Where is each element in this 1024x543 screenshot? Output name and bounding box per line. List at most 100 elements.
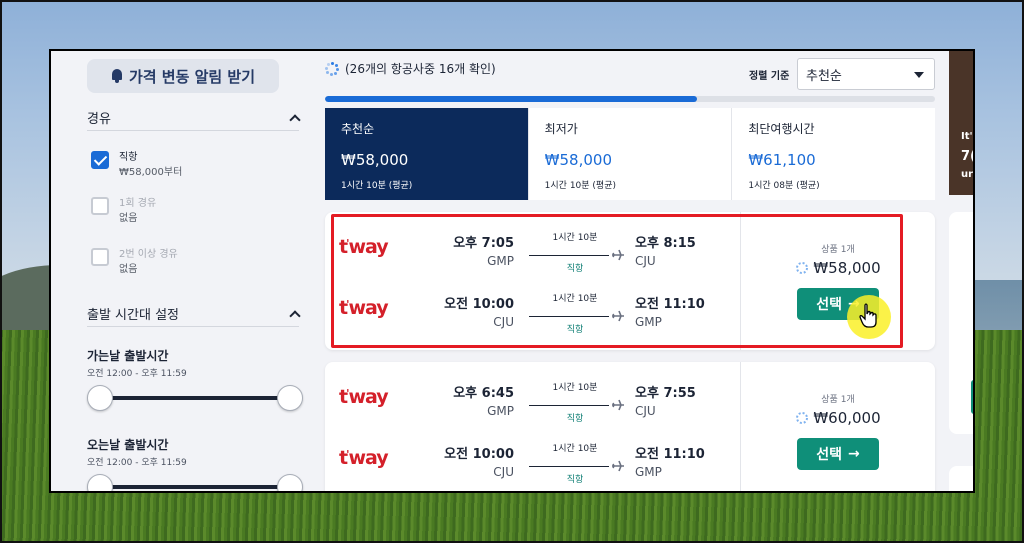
tab-duration: 1시간 10분 (평균) bbox=[341, 181, 413, 191]
select-flight-button[interactable]: 선택 → bbox=[797, 438, 879, 470]
stop-option-sub: ₩58,000부터 bbox=[119, 167, 183, 178]
flight-type: 직항 bbox=[566, 414, 584, 424]
flight-duration: 1시간 10분 bbox=[552, 383, 598, 393]
return-leg: t'way 오전 10:00 CJU 1시간 10분 직항 오전 11:10 G… bbox=[325, 439, 740, 489]
price-alert-button[interactable]: 가격 변동 알림 받기 bbox=[87, 59, 279, 93]
arrival-time: 오전 11:10 bbox=[635, 447, 705, 462]
arrival-time: 오후 8:15 bbox=[635, 236, 696, 251]
outbound-leg: t'way 오후 6:45 GMP 1시간 10분 직항 오후 7:55 CJU bbox=[325, 378, 740, 428]
slider-start-handle[interactable] bbox=[87, 385, 113, 411]
outbound-time-range: 오전 12:00 - 오후 11:59 bbox=[87, 369, 187, 379]
slider-end-handle[interactable] bbox=[277, 474, 303, 491]
offer-count: 상품 1개 bbox=[821, 395, 855, 405]
offer-price-row: ₩58,000 bbox=[741, 259, 935, 277]
side-card bbox=[949, 466, 973, 491]
stop-option-sub: 없음 bbox=[119, 213, 138, 224]
airline-logo: t'way bbox=[339, 386, 389, 408]
airline-logo: t'way bbox=[339, 297, 389, 319]
flight-type: 직항 bbox=[566, 264, 584, 274]
flight-search-window: 가격 변동 알림 받기 경유 직항 ₩58,000부터 1회 경유 없음 2번 … bbox=[49, 49, 975, 493]
departure-time: 오전 10:00 bbox=[444, 447, 514, 462]
stop-option-one-stop[interactable]: 1회 경유 없음 bbox=[91, 197, 156, 227]
flight-type: 직항 bbox=[566, 325, 584, 335]
tab-name: 추천순 bbox=[341, 122, 375, 136]
slider-end-handle[interactable] bbox=[277, 385, 303, 411]
ad-text: ur bbox=[961, 169, 974, 180]
departure-airport: GMP bbox=[487, 404, 514, 418]
stop-option-two-plus[interactable]: 2번 이상 경유 없음 bbox=[91, 248, 178, 278]
route-line bbox=[529, 466, 609, 467]
tab-fastest[interactable]: 최단여행시간 ₩61,100 1시간 08분 (평균) bbox=[732, 108, 935, 200]
slider-track bbox=[101, 485, 289, 489]
chevron-up-icon[interactable] bbox=[289, 113, 299, 123]
flight-result-card[interactable]: t'way 오후 7:05 GMP 1시간 10분 직항 오후 8:15 CJU… bbox=[325, 212, 935, 350]
inbound-time-slider[interactable] bbox=[87, 474, 303, 491]
tab-cheapest[interactable]: 최저가 ₩58,000 1시간 10분 (평균) bbox=[529, 108, 733, 200]
departure-airport: CJU bbox=[493, 465, 514, 479]
airline-logo: t'way bbox=[339, 447, 389, 469]
offer-price: ₩58,000 bbox=[813, 259, 881, 277]
sort-tabs: 추천순 ₩58,000 1시간 10분 (평균) 최저가 ₩58,000 1시간… bbox=[325, 108, 935, 200]
flight-result-card[interactable]: t'way 오후 6:45 GMP 1시간 10분 직항 오후 7:55 CJU… bbox=[325, 362, 935, 491]
arrival-airport: GMP bbox=[635, 315, 662, 329]
hand-cursor-icon bbox=[859, 303, 877, 328]
one-stop-checkbox[interactable] bbox=[91, 197, 109, 215]
tab-name: 최단여행시간 bbox=[748, 122, 815, 136]
stop-option-sub: 없음 bbox=[119, 264, 138, 275]
departure-time-title: 출발 시간대 설정 bbox=[87, 308, 179, 323]
ad-text: It' bbox=[961, 131, 973, 142]
ad-text: 7( bbox=[961, 149, 975, 164]
departure-time: 오전 10:00 bbox=[444, 297, 514, 312]
route-line bbox=[529, 255, 609, 256]
card-divider bbox=[740, 362, 741, 491]
outbound-time-filter: 가는날 출발시간 오전 12:00 - 오후 11:59 bbox=[87, 347, 303, 411]
loading-spinner-icon bbox=[325, 61, 339, 76]
stop-option-direct[interactable]: 직항 ₩58,000부터 bbox=[91, 151, 182, 181]
offer-summary: 상품 1개 ₩60,000 bbox=[741, 392, 935, 427]
route-line bbox=[529, 316, 609, 317]
side-card-button-edge[interactable] bbox=[971, 380, 973, 414]
two-plus-stop-checkbox[interactable] bbox=[91, 248, 109, 266]
arrival-time: 오후 7:55 bbox=[635, 386, 696, 401]
inbound-time-filter: 오는날 출발시간 오전 12:00 - 오후 11:59 bbox=[87, 436, 303, 491]
departure-time-section-header[interactable]: 출발 시간대 설정 bbox=[87, 305, 299, 327]
offer-count: 상품 1개 bbox=[821, 245, 855, 255]
side-card bbox=[949, 212, 973, 434]
airline-logo: t'way bbox=[339, 236, 389, 258]
stops-section-header[interactable]: 경유 bbox=[87, 109, 299, 131]
flight-duration: 1시간 10분 bbox=[552, 233, 598, 243]
stop-option-label: 1회 경유 bbox=[119, 198, 157, 209]
direct-checkbox[interactable] bbox=[91, 151, 109, 169]
offer-price-row: ₩60,000 bbox=[741, 409, 935, 427]
departure-airport: CJU bbox=[493, 315, 514, 329]
tab-price: ₩58,000 bbox=[544, 151, 612, 169]
card-divider bbox=[740, 212, 741, 350]
slider-start-handle[interactable] bbox=[87, 474, 113, 491]
stop-option-label: 2번 이상 경유 bbox=[119, 249, 178, 260]
arrival-time: 오전 11:10 bbox=[635, 297, 705, 312]
side-advertisement[interactable]: It' 7( ur bbox=[949, 51, 975, 195]
outbound-time-label: 가는날 출발시간 bbox=[87, 349, 169, 363]
flight-duration: 1시간 10분 bbox=[552, 444, 598, 454]
return-leg: t'way 오전 10:00 CJU 1시간 10분 직항 오전 11:10 G… bbox=[325, 289, 740, 339]
chevron-up-icon[interactable] bbox=[289, 309, 299, 319]
caret-down-icon bbox=[914, 72, 924, 78]
sort-dropdown[interactable]: 추천순 bbox=[797, 58, 935, 90]
outbound-time-slider[interactable] bbox=[87, 385, 303, 411]
tab-recommended[interactable]: 추천순 ₩58,000 1시간 10분 (평균) bbox=[325, 108, 529, 200]
stops-title: 경유 bbox=[87, 112, 111, 127]
sort-label: 정렬 기준 bbox=[749, 71, 790, 82]
tab-price: ₩61,100 bbox=[748, 151, 816, 169]
tab-duration: 1시간 10분 (평균) bbox=[544, 181, 616, 191]
tab-price: ₩58,000 bbox=[341, 151, 409, 169]
select-label: 선택 bbox=[816, 297, 843, 313]
plane-icon bbox=[612, 249, 624, 261]
plane-icon bbox=[612, 310, 624, 322]
select-label: 선택 bbox=[816, 447, 843, 463]
bell-icon bbox=[111, 69, 123, 83]
outbound-leg: t'way 오후 7:05 GMP 1시간 10분 직항 오후 8:15 CJU bbox=[325, 228, 740, 278]
slider-track bbox=[101, 396, 289, 400]
price-alert-label: 가격 변동 알림 받기 bbox=[128, 67, 256, 86]
plane-icon bbox=[612, 399, 624, 411]
stop-option-label: 직항 bbox=[119, 152, 138, 163]
